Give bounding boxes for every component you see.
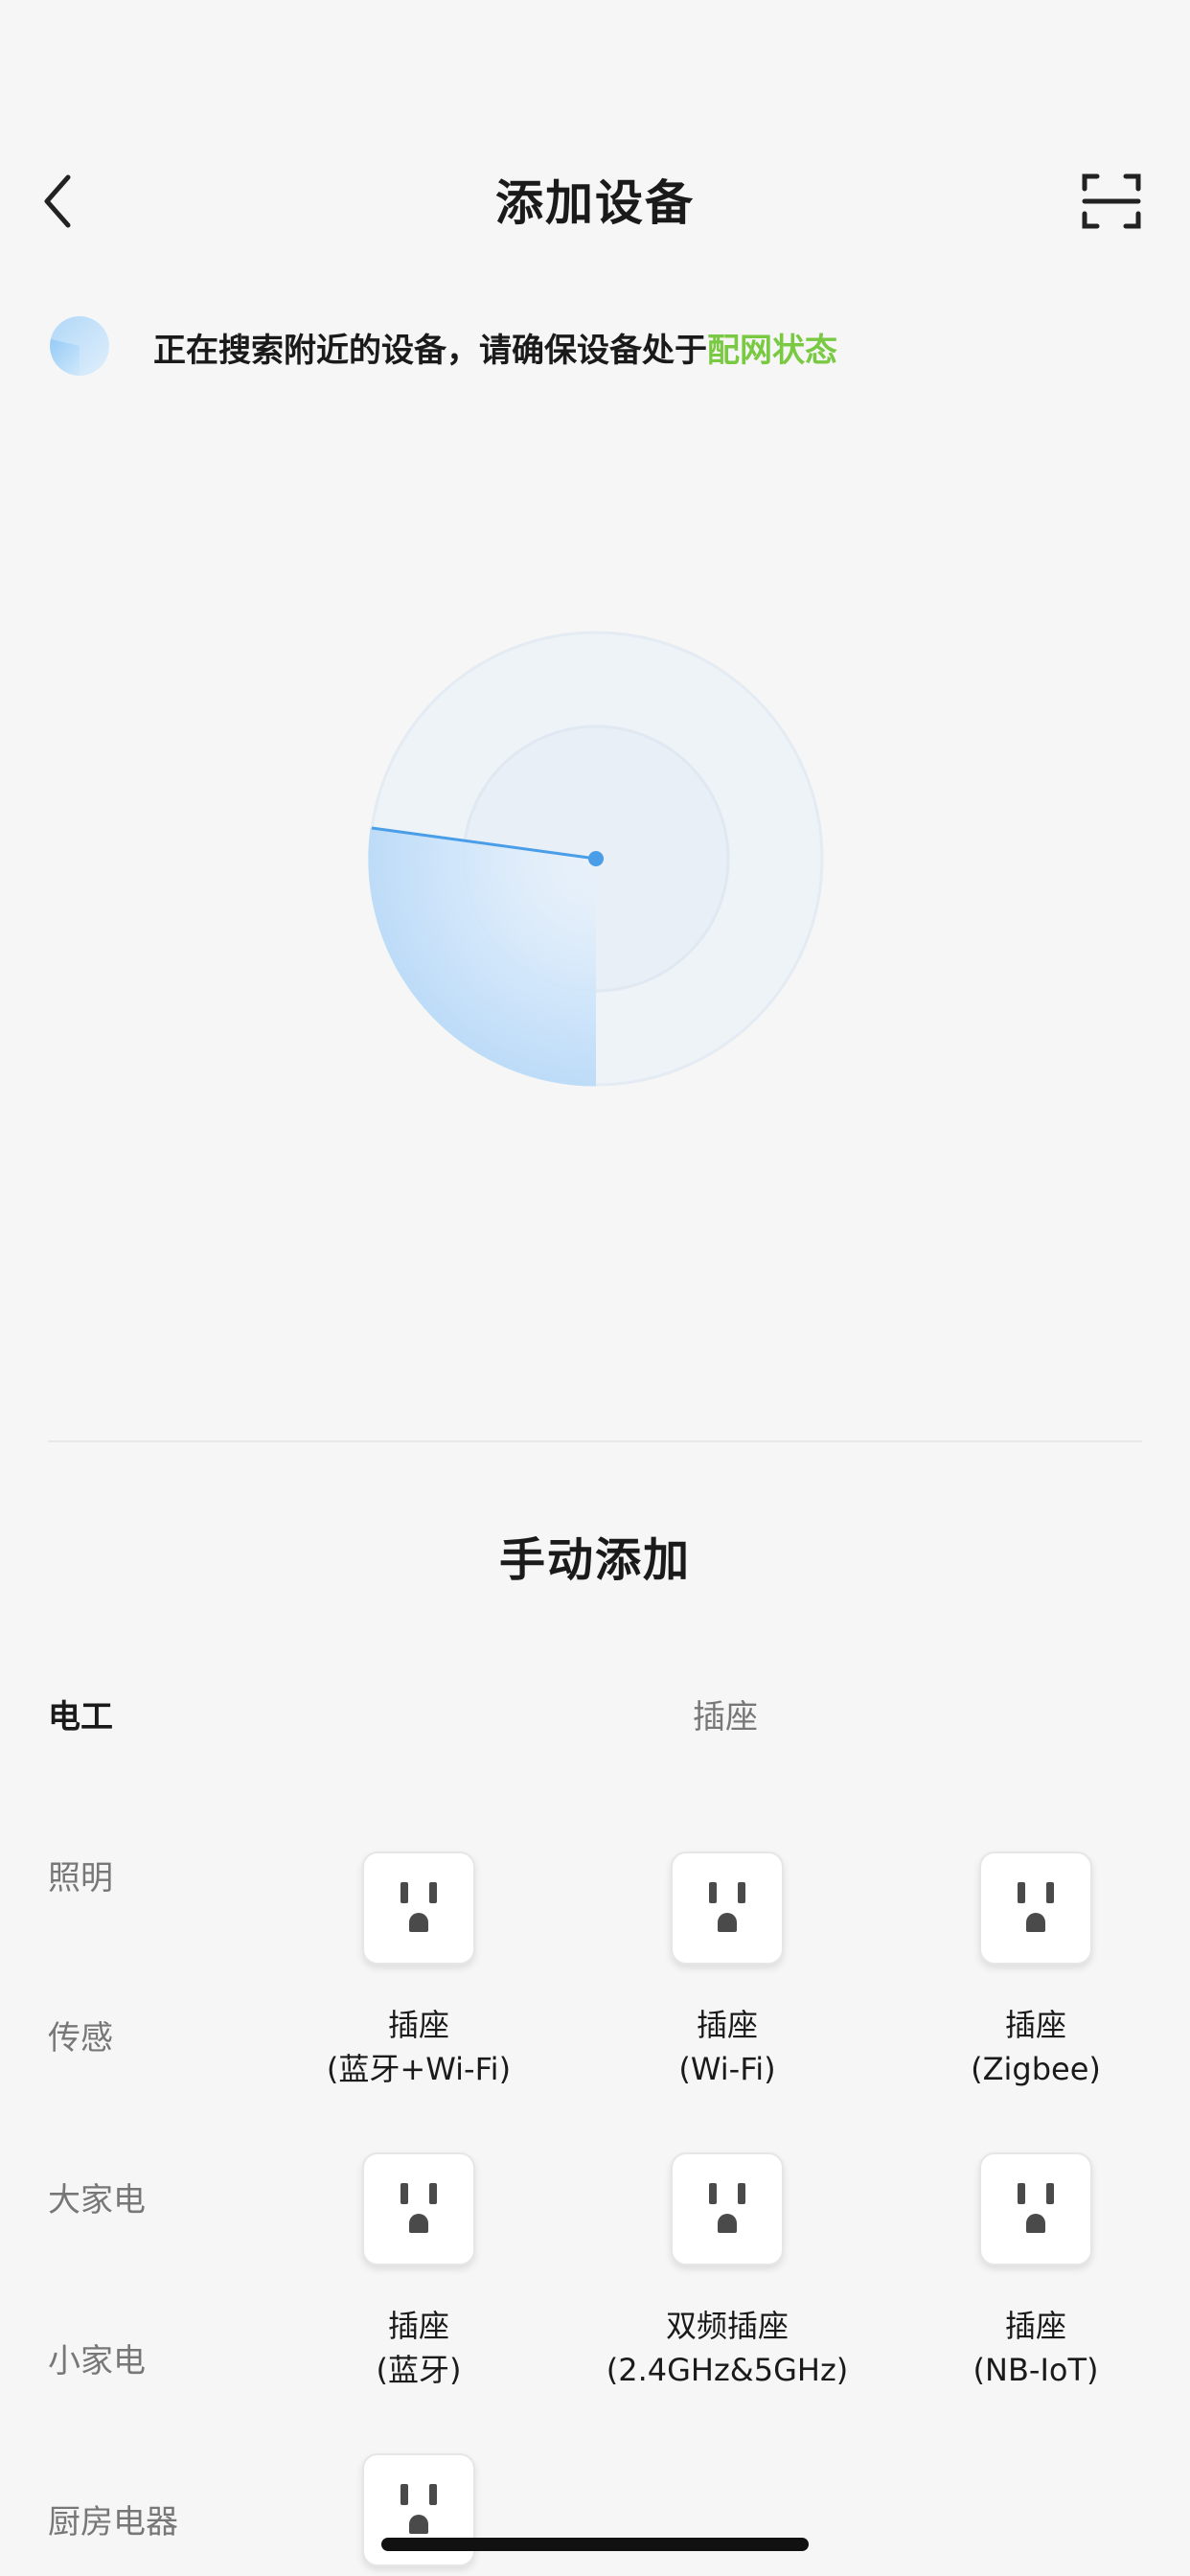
status-message: 正在搜索附近的设备，请确保设备处于 [153, 332, 707, 370]
power-socket-icon [671, 2152, 784, 2266]
page-title: 添加设备 [495, 175, 695, 231]
device-socket-zigbee[interactable]: 插座 (Zigbee) [882, 1852, 1189, 2091]
device-socket-ble[interactable]: 插座 (蓝牙) [265, 2152, 572, 2392]
device-name: 双频插座 (2.4GHz&5GHz) [606, 2308, 849, 2388]
device-name: 插座 (蓝牙) [376, 2308, 462, 2388]
section-divider [48, 1440, 1142, 1442]
radar-scan-animation [366, 629, 826, 1089]
power-socket-icon [979, 2152, 1092, 2266]
power-socket-icon [362, 2152, 475, 2266]
device-socket-nb-iot[interactable]: 插座 (NB-IoT) [882, 2152, 1189, 2392]
category-large-appliances[interactable]: 大家电 [48, 2174, 146, 2220]
manual-add-title: 手动添加 [498, 1533, 691, 1587]
search-status-text: 正在搜索附近的设备，请确保设备处于配网状态 [153, 324, 837, 371]
device-name: 插座 (Zigbee) [971, 2007, 1101, 2087]
scan-button[interactable] [1073, 165, 1150, 238]
category-sensors[interactable]: 传感 [48, 2012, 113, 2058]
category-electrical[interactable]: 电工 [48, 1690, 113, 1737]
power-socket-icon [671, 1852, 784, 1965]
scan-icon [1082, 173, 1141, 229]
device-dual-band-socket[interactable]: 双频插座 (2.4GHz&5GHz) [574, 2152, 881, 2392]
device-name: 插座 (蓝牙+Wi-Fi) [326, 2007, 512, 2087]
category-lighting[interactable]: 照明 [48, 1852, 113, 1898]
device-socket-ble-wifi[interactable]: 插座 (蓝牙+Wi-Fi) [265, 1852, 572, 2091]
searching-spinner-icon [48, 314, 111, 378]
section-label-sockets: 插座 [693, 1698, 758, 1736]
home-indicator[interactable] [381, 2538, 809, 2551]
device-socket-wifi[interactable]: 插座 (Wi-Fi) [574, 1852, 881, 2091]
device-name: 插座 (NB-IoT) [973, 2308, 1099, 2388]
pairing-mode-link[interactable]: 配网状态 [707, 332, 837, 370]
power-socket-icon [979, 1852, 1092, 1965]
category-kitchen-appliances[interactable]: 厨房电器 [48, 2496, 178, 2542]
device-name: 插座 (Wi-Fi) [678, 2007, 776, 2087]
category-small-appliances[interactable]: 小家电 [48, 2334, 146, 2381]
power-socket-icon [362, 1852, 475, 1965]
